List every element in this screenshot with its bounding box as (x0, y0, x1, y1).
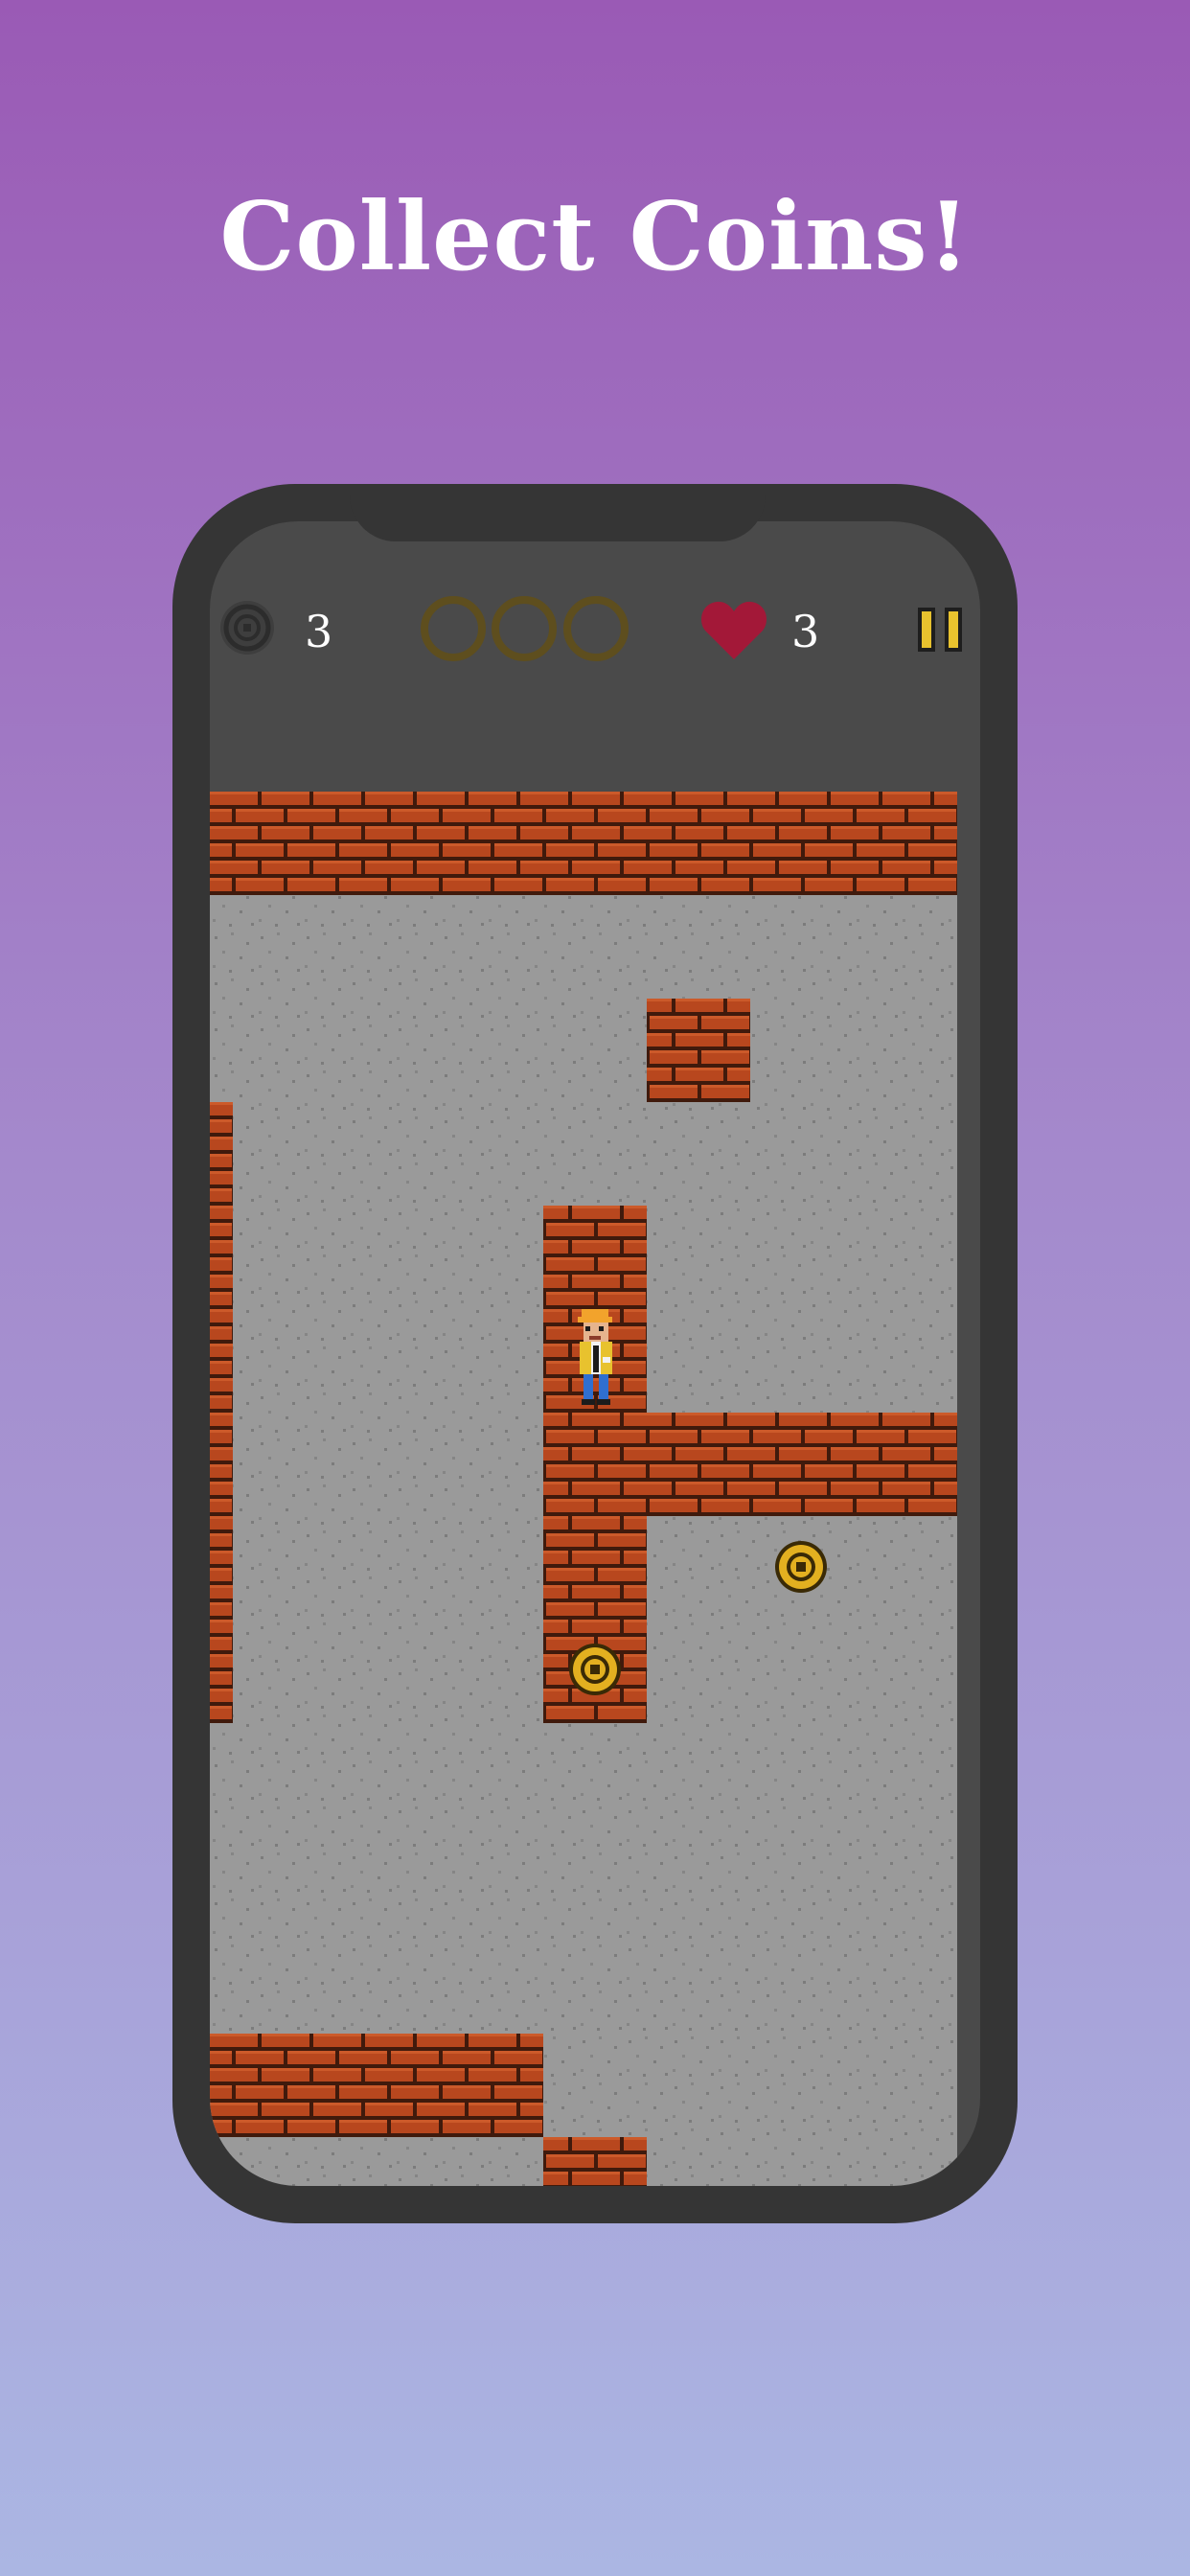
brick-wall-tile (750, 792, 854, 895)
empty-coin-slot-icon (563, 596, 629, 661)
brick-wall-tile (440, 792, 543, 895)
phone-notch (350, 484, 766, 541)
brick-wall-tile (647, 1413, 750, 1516)
empty-coin-slot-icon (492, 596, 557, 661)
brick-wall-tile (440, 2034, 543, 2137)
brick-wall-tile (210, 1102, 233, 1206)
heart-icon (701, 601, 767, 659)
page-headline: Collect Coins! (219, 182, 971, 292)
brick-wall-tile (210, 1413, 233, 1516)
brick-wall-tile (854, 1413, 957, 1516)
brick-wall-tile (233, 792, 336, 895)
coin-counter-value: 3 (305, 606, 333, 657)
brick-wall-tile (210, 1516, 233, 1620)
brick-wall-tile (543, 1516, 647, 1620)
coin-counter-icon (220, 601, 274, 655)
brick-wall-tile (210, 1206, 233, 1309)
brick-wall-tile (336, 792, 440, 895)
empty-coin-slot-icon (421, 596, 486, 661)
pause-button[interactable] (915, 606, 967, 654)
brick-wall-tile (210, 792, 233, 895)
brick-wall-tile (543, 1413, 647, 1516)
brick-wall-tile (543, 792, 647, 895)
game-board[interactable] (210, 792, 957, 2186)
lives-value: 3 (791, 606, 820, 657)
brick-wall-tile (750, 1413, 854, 1516)
hud-bar: 3 3 (210, 521, 980, 790)
level-coin-slots (421, 596, 629, 661)
brick-wall-tile (854, 792, 957, 895)
brick-wall-tile (210, 1620, 233, 1723)
brick-wall-tile (210, 1309, 233, 1413)
brick-wall-tile (233, 2034, 336, 2137)
brick-wall-tile (336, 2034, 440, 2137)
phone-frame: 3 3 (172, 484, 1018, 2223)
brick-wall-tile (210, 2034, 233, 2137)
brick-wall-tile (647, 999, 750, 1102)
phone-screen: 3 3 (210, 521, 980, 2186)
brick-wall-tile (647, 792, 750, 895)
coin-icon (775, 1541, 827, 1593)
brick-wall-tile (543, 1206, 647, 1309)
brick-wall-tile (543, 2137, 647, 2186)
coin-icon (569, 1644, 621, 1695)
